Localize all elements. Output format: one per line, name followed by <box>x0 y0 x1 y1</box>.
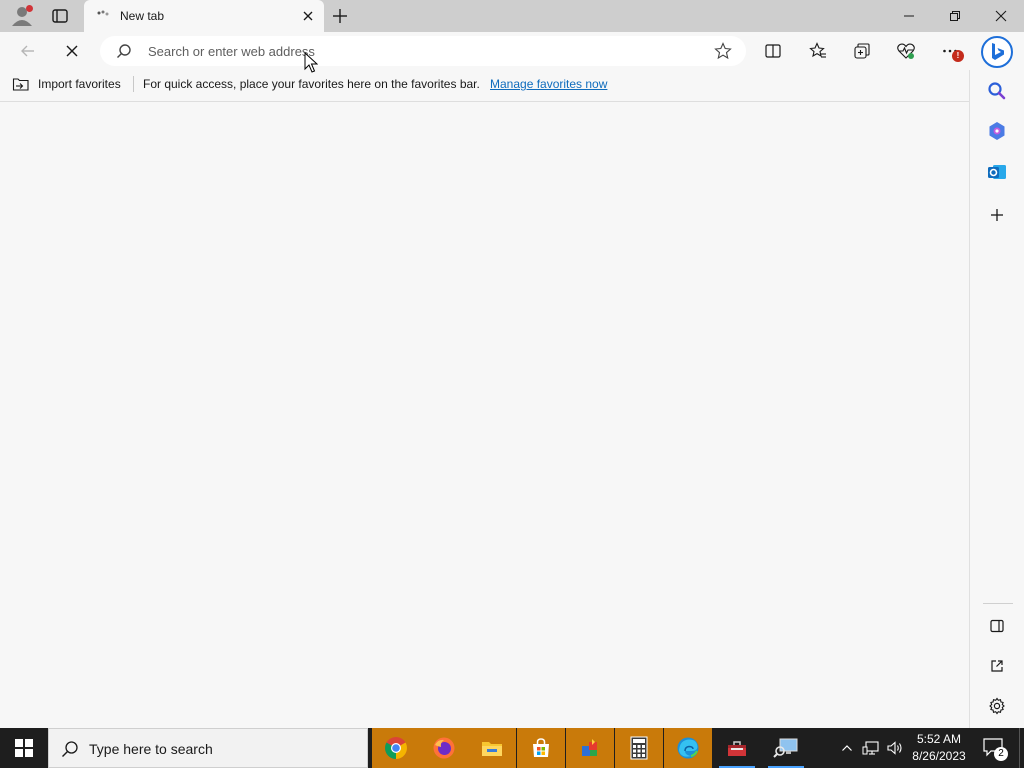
import-folder-icon <box>12 78 29 91</box>
windows-logo-icon <box>15 739 33 757</box>
copilot-bing-icon <box>981 36 1013 68</box>
taskbar-search-box[interactable]: Type here to search <box>48 728 368 768</box>
folder-icon <box>482 742 502 756</box>
notification-count-badge: 2 <box>994 747 1008 761</box>
tab-actions-icon <box>52 9 68 23</box>
action-center-button[interactable]: 2 <box>982 736 1008 761</box>
outlook-icon <box>988 165 1006 179</box>
taskbar-search-placeholder: Type here to search <box>89 741 213 757</box>
address-bar[interactable] <box>100 36 746 66</box>
sidebar-outlook-button[interactable] <box>986 161 1008 183</box>
address-input[interactable] <box>148 41 688 61</box>
network-tray-button[interactable] <box>860 728 882 768</box>
sidebar-separator <box>983 603 1013 604</box>
taskbar-clock[interactable]: 5:52 AM 8/26/2023 <box>904 731 974 765</box>
calculator-icon <box>630 736 648 760</box>
close-tab-icon[interactable] <box>300 8 316 24</box>
sidebar-tools-button[interactable] <box>986 120 1008 142</box>
app-installer-icon <box>582 739 597 756</box>
favorites-button[interactable] <box>806 39 830 63</box>
collections-icon <box>854 43 870 59</box>
plus-icon <box>991 209 1003 221</box>
open-in-window-button[interactable] <box>986 655 1008 677</box>
menu-alert-badge: ! <box>952 50 964 62</box>
restore-button[interactable] <box>932 0 978 32</box>
split-screen-button[interactable] <box>761 39 785 63</box>
edge-sidebar <box>969 70 1024 728</box>
monitor-magnifier-icon <box>773 738 798 758</box>
taskbar-toolbox-app[interactable] <box>713 728 761 768</box>
browser-essentials-button[interactable] <box>894 39 918 63</box>
heartbeat-icon <box>897 43 915 59</box>
import-favorites-button[interactable]: Import favorites <box>12 76 121 92</box>
minimize-icon <box>904 15 914 17</box>
tab-title: New tab <box>120 9 165 23</box>
favorites-bar-message: For quick access, place your favorites h… <box>143 77 480 91</box>
manage-favorites-link[interactable]: Manage favorites now <box>490 77 607 91</box>
clock-time: 5:52 AM <box>916 732 962 746</box>
copilot-button[interactable] <box>980 35 1014 69</box>
windows-taskbar: Type here to search 5:52 AM 8/26/2023 2 <box>0 728 1024 768</box>
tools-icon <box>989 122 1005 140</box>
search-icon <box>117 44 131 58</box>
back-button[interactable] <box>16 39 40 63</box>
show-hidden-icons-button[interactable] <box>838 728 856 768</box>
loading-favicon-icon <box>97 10 109 16</box>
network-icon <box>862 741 879 755</box>
stop-loading-button[interactable] <box>60 39 84 63</box>
chrome-icon <box>385 737 407 759</box>
taskbar-calculator[interactable] <box>615 728 663 768</box>
volume-tray-button[interactable] <box>884 728 906 768</box>
tab-new-tab[interactable]: New tab <box>84 0 324 32</box>
clock-date: 8/26/2023 <box>912 749 966 763</box>
restore-icon <box>950 11 960 21</box>
external-link-icon <box>991 660 1003 672</box>
favorites-divider <box>133 76 134 92</box>
add-favorite-star-icon[interactable] <box>714 42 732 60</box>
browser-toolbar <box>0 32 1024 70</box>
taskbar-edge[interactable] <box>664 728 712 768</box>
taskbar-file-explorer[interactable] <box>468 728 516 768</box>
show-desktop-button[interactable] <box>1019 728 1024 768</box>
collections-button[interactable] <box>850 39 874 63</box>
profile-button[interactable] <box>8 4 36 28</box>
taskbar-chrome[interactable] <box>372 728 420 768</box>
title-bar: New tab <box>0 0 1024 32</box>
page-content <box>0 102 969 728</box>
toolbox-icon <box>728 741 746 756</box>
search-icon <box>988 82 1006 100</box>
sidebar-search-button[interactable] <box>986 80 1008 102</box>
taskbar-remote-desktop-app[interactable] <box>762 728 810 768</box>
import-favorites-label: Import favorites <box>38 77 121 91</box>
start-button[interactable] <box>0 728 48 768</box>
new-tab-button[interactable] <box>330 6 350 26</box>
plus-icon <box>333 9 347 23</box>
speaker-icon <box>887 741 902 755</box>
minimize-button[interactable] <box>886 0 932 32</box>
stop-icon <box>66 45 78 57</box>
hide-sidebar-button[interactable] <box>986 615 1008 637</box>
taskbar-app-installer[interactable] <box>566 728 614 768</box>
favorites-bar: Import favorites For quick access, place… <box>0 70 970 98</box>
store-bag-icon <box>533 738 549 757</box>
firefox-icon <box>433 737 455 759</box>
gear-icon <box>989 697 1005 715</box>
favorites-star-list-icon <box>809 42 826 58</box>
sidebar-panel-icon <box>990 619 1004 633</box>
sidebar-settings-button[interactable] <box>986 695 1008 717</box>
mouse-cursor-icon <box>304 52 318 73</box>
back-arrow-icon <box>21 45 34 57</box>
profile-alert-dot <box>26 5 33 12</box>
tab-actions-button[interactable] <box>50 6 70 26</box>
taskbar-microsoft-store[interactable] <box>517 728 565 768</box>
search-icon <box>62 741 78 757</box>
edge-icon <box>677 737 699 759</box>
taskbar-firefox[interactable] <box>420 728 468 768</box>
close-window-button[interactable] <box>978 0 1024 32</box>
split-screen-icon <box>765 44 781 58</box>
chevron-up-icon <box>842 745 852 751</box>
sidebar-add-button[interactable] <box>986 204 1008 226</box>
close-icon <box>995 10 1007 22</box>
